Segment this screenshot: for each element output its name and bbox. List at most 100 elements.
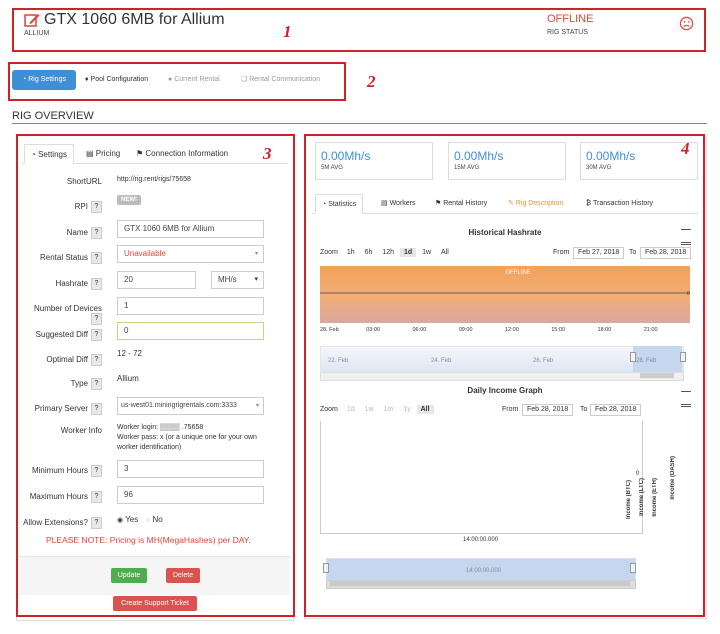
worker-pass: Worker pass: x (or a unique one for your… (117, 434, 257, 451)
tab-workers[interactable]: ▤ Workers (381, 194, 416, 214)
tab-pool-configuration[interactable]: ♦ Pool Configuration (85, 70, 148, 90)
income-to-label: To (580, 406, 588, 413)
min-hours-input[interactable]: 3 (117, 460, 264, 478)
x-tick-label: 03:00 (366, 327, 380, 333)
suggested-diff-label: Suggested Diff? (20, 329, 102, 341)
zoom-all[interactable]: All (416, 405, 434, 414)
to-date-input[interactable]: Feb 28, 2018 (640, 247, 692, 259)
create-support-ticket-button[interactable]: Create Support Ticket (113, 596, 197, 611)
list-icon: ▤ (381, 200, 388, 207)
income-plot-area (320, 421, 643, 534)
extension-yes-radio[interactable]: ◉ Yes (117, 515, 138, 524)
tab-settings[interactable]: ◔ Settings (24, 144, 74, 164)
update-button[interactable]: Update (111, 568, 147, 583)
shorturl-link[interactable]: http://rig.rent/rigs/75658 (117, 176, 191, 183)
hashrate-input[interactable]: 20 (117, 271, 196, 289)
zoom-all[interactable]: All (437, 248, 453, 257)
rpi-label: RPI? (30, 201, 102, 213)
x-tick-label: 12:00 (505, 327, 519, 333)
scrollbar-thumb[interactable] (640, 373, 674, 378)
menu-icon[interactable] (681, 391, 691, 412)
zoom-1w[interactable]: 1w (418, 248, 435, 257)
help-icon[interactable]: ? (91, 278, 102, 290)
help-icon[interactable]: ? (91, 329, 102, 341)
income-axis-label-btc: Income (BTC) (626, 480, 632, 519)
hashrate-unit-select[interactable]: MH/s ▾ (211, 271, 264, 289)
fire-icon: ♦ (85, 76, 89, 83)
chevron-down-icon: ▾ (254, 251, 258, 257)
navigator-handle-right[interactable] (680, 352, 686, 362)
devices-label: Number of Devices? (20, 304, 102, 325)
tab-rig-description[interactable]: ✎ Rig Description (508, 194, 563, 214)
suggested-diff-input[interactable]: 0 (117, 322, 264, 340)
type-value: Allium (117, 374, 139, 383)
tab-rental-communication[interactable]: ❏ Rental Communication (241, 70, 320, 90)
navigator-handle-left[interactable] (323, 563, 329, 573)
rental-status-select[interactable]: Unavailable ▾ (117, 245, 264, 263)
chevron-down-icon: ▾ (254, 276, 258, 283)
tab-rental-history[interactable]: ⚑ Rental History (435, 194, 487, 214)
nav-tick: 22. Feb (328, 358, 349, 364)
tab-current-rental[interactable]: ● Current Rental (168, 70, 220, 90)
zoom-1y[interactable]: 1y (399, 405, 414, 414)
help-icon[interactable]: ? (91, 201, 102, 213)
help-icon[interactable]: ? (91, 491, 102, 503)
y-zero-label: 0 (687, 291, 690, 297)
help-icon[interactable]: ? (91, 227, 102, 239)
tab-connection-information[interactable]: ⚑ Connection Information (136, 144, 228, 164)
optimal-diff-value: 12 - 72 (117, 349, 142, 358)
zoom-6h[interactable]: 6h (361, 248, 377, 257)
marker-2: 2 (367, 72, 376, 91)
zoom-bar: Zoom 1h 6h 12h 1d 1w All (320, 248, 453, 257)
income-from-label: From (502, 406, 519, 413)
zoom-12h[interactable]: 12h (378, 248, 398, 257)
name-input[interactable]: GTX 1060 6MB for Allium (117, 220, 264, 238)
delete-button[interactable]: Delete (166, 568, 200, 583)
shorturl-label: ShortURL (66, 177, 102, 186)
income-scrollbar-thumb[interactable] (330, 581, 630, 586)
nav-tick: 28. Feb (636, 358, 657, 364)
help-icon[interactable]: ? (91, 378, 102, 390)
tab-transaction-history[interactable]: ₿ Transaction History (586, 194, 653, 214)
income-from-date-input[interactable]: Feb 28, 2018 (522, 404, 574, 416)
help-icon[interactable]: ? (91, 354, 102, 366)
help-icon[interactable]: ? (91, 517, 102, 529)
from-date-input[interactable]: Feb 27, 2018 (573, 247, 625, 259)
rig-status-value: OFFLINE (547, 13, 594, 25)
dashboard-icon: ◔ (31, 150, 36, 159)
devices-input[interactable]: 1 (117, 297, 264, 315)
to-label: To (629, 249, 637, 256)
navigator-handle-right[interactable] (630, 563, 636, 573)
rpi-new-badge: NEW! (117, 195, 141, 205)
zoom-1h[interactable]: 1h (343, 248, 359, 257)
tab-pricing[interactable]: ▤ Pricing (86, 144, 120, 164)
help-icon[interactable]: ? (91, 465, 102, 477)
overview-title: RIG OVERVIEW (12, 110, 94, 122)
max-hours-input[interactable]: 96 (117, 486, 264, 504)
marker-1: 1 (283, 22, 292, 41)
help-icon[interactable]: ? (91, 403, 102, 415)
zoom-1d[interactable]: 1d (400, 248, 417, 257)
income-x-tick: 14:00:00.000 (463, 537, 499, 543)
stat-box-15m: 0.00Mh/s 15M AVG (448, 142, 566, 180)
extension-no-radio[interactable]: ○ No (146, 515, 163, 524)
extensions-label: Allow Extensions?? (20, 517, 102, 529)
algo-label: ALLIUM (24, 30, 50, 37)
zoom-1d[interactable]: 1d (343, 405, 359, 414)
zoom-1w[interactable]: 1w (361, 405, 378, 414)
zoom-1m[interactable]: 1m (380, 405, 398, 414)
rig-status-label: RIG STATUS (547, 29, 588, 36)
help-icon[interactable]: ? (91, 252, 102, 264)
income-to-date-input[interactable]: Feb 28, 2018 (590, 404, 642, 416)
income-axis-label-eth: Income (ETH) (652, 478, 658, 517)
primary-server-select[interactable]: us-west01.miningrigrentals.com:3333 ▾ (117, 397, 264, 415)
help-icon[interactable]: ? (91, 313, 102, 325)
info-icon: ● (168, 76, 173, 83)
tab-statistics[interactable]: ◔ Statistics (315, 194, 364, 214)
primary-server-label: Primary Server? (20, 403, 102, 415)
list-icon: ▤ (86, 149, 94, 158)
income-axis-label-ltc: Income (LTC) (639, 478, 645, 516)
nav-tick: 26. Feb (533, 358, 554, 364)
tab-rig-settings[interactable]: ◔ Rig Settings (12, 70, 76, 90)
scrollbar[interactable] (320, 372, 684, 381)
